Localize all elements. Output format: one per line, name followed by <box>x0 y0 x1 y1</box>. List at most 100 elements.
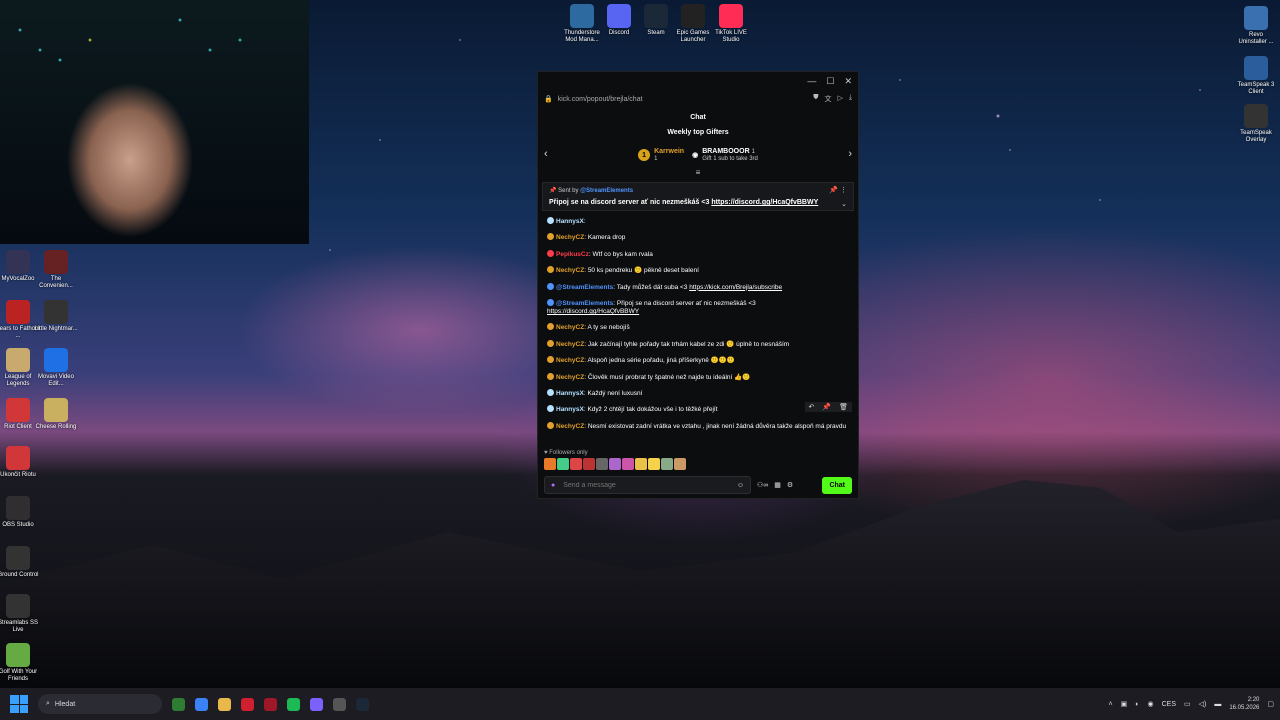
network-icon[interactable]: ▭ <box>1184 700 1191 708</box>
chat-input[interactable] <box>561 480 737 490</box>
desktop-icon[interactable]: The Convenien... <box>34 250 78 290</box>
delete-icon[interactable]: 🗑 <box>839 403 848 411</box>
chat-username[interactable]: @StreamElements <box>556 300 613 307</box>
emote[interactable] <box>596 458 608 470</box>
chevron-down-icon[interactable]: ⌄ <box>841 200 847 208</box>
medal-icon: 1 <box>638 149 651 161</box>
chat-send-button[interactable]: Chat <box>822 476 852 494</box>
emote[interactable] <box>648 458 660 470</box>
points-icon[interactable]: ⚇∞ <box>757 481 768 489</box>
chat-username[interactable]: NechyCZ <box>556 374 584 381</box>
tray-icon[interactable]: ◉ <box>1147 700 1153 708</box>
app-icon[interactable] <box>310 697 323 711</box>
reply-icon[interactable]: ↶ <box>809 403 815 411</box>
chat-username[interactable]: HannysX <box>556 218 584 225</box>
app-icon[interactable] <box>264 697 277 711</box>
chat-username[interactable]: NechyCZ <box>556 341 584 348</box>
volume-icon[interactable]: ◁) <box>1199 700 1207 708</box>
windows-start-icon[interactable] <box>10 695 28 713</box>
copilot-icon[interactable] <box>195 697 208 711</box>
tray-icon[interactable]: ◐ <box>1135 701 1139 708</box>
emote[interactable] <box>570 458 582 470</box>
desktop-icon[interactable]: Revo Uninstaller ... <box>1234 6 1278 46</box>
chevron-right-icon[interactable]: › <box>848 148 852 160</box>
spotify-icon[interactable] <box>287 697 300 711</box>
pin-icon[interactable]: 📌 <box>822 403 831 411</box>
gear-icon[interactable]: ⚙ <box>787 481 793 489</box>
xbox-icon[interactable] <box>172 697 185 711</box>
chat-username[interactable]: @StreamElements <box>556 284 613 291</box>
emote-bar <box>544 458 686 470</box>
gifter-count: 1 <box>751 149 755 155</box>
download-icon[interactable]: ⤓ <box>849 94 852 104</box>
emoji-icon[interactable]: ☺ <box>737 482 744 489</box>
chat-messages: HannysX: NechyCZ: Kamera drop PepikusCz: … <box>538 211 858 431</box>
filter-icon[interactable]: ≡ <box>538 169 858 178</box>
chat-text: Jak začínají tyhle pořady tak trhám kabe… <box>587 340 790 348</box>
emote[interactable] <box>557 458 569 470</box>
emote[interactable] <box>609 458 621 470</box>
shield-icon[interactable]: ⛊ <box>813 94 818 104</box>
play-icon[interactable]: ▷ <box>838 94 843 104</box>
microphone-icon[interactable]: ● <box>551 482 555 489</box>
pin-icon[interactable]: 📌 ⋮ <box>829 186 847 194</box>
desktop-icon[interactable]: Ground Control <box>0 546 40 579</box>
app-icon <box>6 594 30 618</box>
chevron-left-icon[interactable]: ‹ <box>544 148 548 160</box>
address-bar[interactable]: 🔒 kick.com/popout/brejla/chat ⛊ 文 ▷ ⤓ <box>538 90 858 108</box>
opera-icon[interactable] <box>241 697 254 711</box>
gifter-1[interactable]: 1 Karrwein 1 <box>638 148 684 162</box>
chat-username[interactable]: PepikusCz <box>556 251 589 258</box>
chat-link[interactable]: https://kick.com/Brejla/subscribe <box>689 284 782 291</box>
chat-username[interactable]: NechyCZ <box>556 267 584 274</box>
app-icon <box>44 398 68 422</box>
app-icon[interactable] <box>333 697 346 711</box>
chat-username[interactable]: NechyCZ <box>556 357 584 364</box>
file-explorer-icon[interactable] <box>218 697 231 711</box>
tray-icon[interactable]: ▣ <box>1121 700 1128 708</box>
language-indicator[interactable]: CES <box>1162 701 1176 708</box>
notification-icon[interactable]: ▢ <box>1267 700 1274 708</box>
chat-title: Chat <box>690 114 706 121</box>
translate-icon[interactable]: 文 <box>825 94 832 104</box>
clock[interactable]: 2:20 16.05.2026 <box>1229 696 1259 712</box>
minimize-icon[interactable]: — <box>807 76 816 86</box>
desktop-icon[interactable]: Golf With Your Friends <box>0 643 40 683</box>
chat-link[interactable]: https://discord.gg/HcaQfvBBWY <box>547 308 639 315</box>
desktop-icon[interactable]: TikTok LIVE Studio <box>709 4 753 44</box>
desktop-icon[interactable]: Cheese Rolling <box>34 398 78 431</box>
emote[interactable] <box>661 458 673 470</box>
emote[interactable] <box>622 458 634 470</box>
desktop-icon[interactable]: OBS Studio <box>0 496 40 529</box>
pinned-user[interactable]: @StreamElements <box>580 188 633 194</box>
desktop-icon[interactable]: Movavi Video Edit... <box>34 348 78 388</box>
desktop-icon[interactable]: Little Nightmar... <box>34 300 78 333</box>
desktop-icon[interactable]: TeamSpeak 3 Client <box>1234 56 1278 96</box>
gifters-title: Weekly top Gifters <box>667 129 729 136</box>
chat-username[interactable]: NechyCZ <box>556 423 584 430</box>
steam-icon[interactable] <box>356 697 369 711</box>
emote[interactable] <box>544 458 556 470</box>
chat-username[interactable]: NechyCZ <box>556 324 584 331</box>
maximize-icon[interactable]: ☐ <box>826 76 834 87</box>
taskbar-search[interactable]: ⌕ Hledat <box>38 694 162 714</box>
chat-input-box[interactable]: ● ☺ <box>544 476 751 494</box>
chat-username[interactable]: NechyCZ <box>556 234 584 241</box>
desktop-icon-label: Little Nightmar... <box>34 326 78 332</box>
app-icon <box>44 250 68 274</box>
chevron-up-icon[interactable]: ˄ <box>1109 701 1113 708</box>
calendar-icon[interactable]: ▦ <box>774 481 781 489</box>
desktop-icon[interactable]: TeamSpeak Overlay <box>1234 104 1278 144</box>
emote[interactable] <box>583 458 595 470</box>
chat-username[interactable]: HannysX <box>556 406 584 413</box>
pinned-link[interactable]: https://discord.gg/HcaQfvBBWY <box>711 199 818 206</box>
desktop-icon[interactable]: Ukončit Riotu <box>0 446 40 479</box>
emote[interactable] <box>635 458 647 470</box>
app-icon <box>1244 6 1268 30</box>
battery-icon[interactable]: ▬ <box>1214 701 1221 708</box>
close-icon[interactable]: ✕ <box>844 76 852 87</box>
desktop-icon[interactable]: Streamlabs SS Live <box>0 594 40 634</box>
gifter-2[interactable]: ◉ BRAMBOOOR 1 Gift 1 sub to take 3rd <box>692 148 758 162</box>
chat-username[interactable]: HannysX <box>556 390 584 397</box>
emote[interactable] <box>674 458 686 470</box>
